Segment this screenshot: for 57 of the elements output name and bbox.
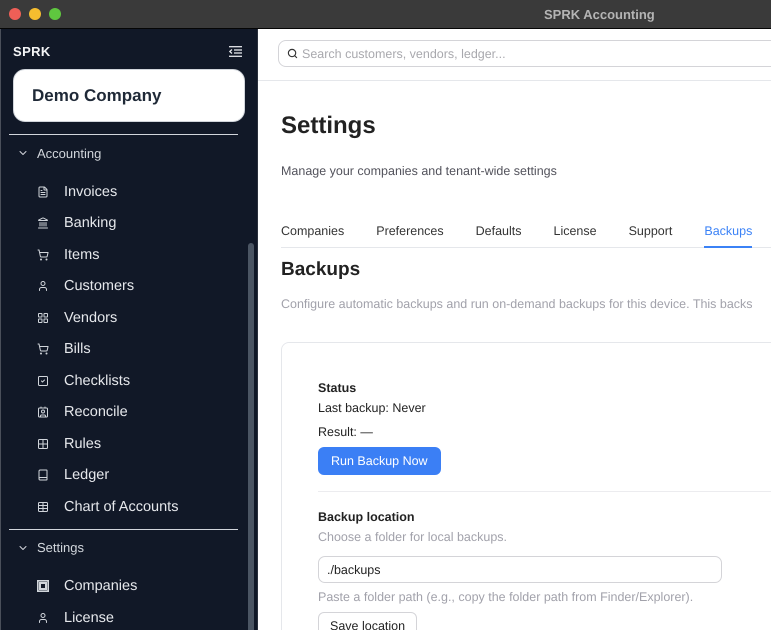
last-backup-text: Last backup: Never <box>318 400 426 416</box>
location-hint: Choose a folder for local backups. <box>318 529 507 545</box>
location-help: Paste a folder path (e.g., copy the folder path from Finder/Explorer). <box>318 589 694 605</box>
sidebar-item[interactable]: Customers <box>26 270 245 302</box>
person-icon <box>37 280 49 292</box>
window-zoom-button[interactable] <box>49 8 61 20</box>
window-minimize-button[interactable] <box>29 8 41 20</box>
section-header[interactable]: Accounting <box>1 143 102 163</box>
sidebar-item[interactable]: Reconcile <box>26 396 245 428</box>
tab[interactable]: License <box>554 223 597 248</box>
sidebar-item[interactable]: Items <box>26 239 245 270</box>
sidebar-item[interactable]: Chart of Accounts <box>26 491 245 522</box>
cart-icon <box>37 343 49 356</box>
search-icon <box>287 48 298 59</box>
sidebar-item[interactable]: Rules <box>26 428 245 460</box>
company-switcher[interactable]: Demo Company <box>13 69 245 122</box>
tab[interactable]: Backups <box>704 223 752 248</box>
tab[interactable]: Support <box>628 223 672 248</box>
person-icon <box>37 612 49 624</box>
scrollbar-thumb[interactable] <box>248 243 254 630</box>
tab[interactable]: Defaults <box>476 223 522 248</box>
status-heading: Status <box>318 380 356 396</box>
cart-icon <box>37 248 49 261</box>
sidebar-item[interactable]: Vendors <box>26 302 245 334</box>
location-heading: Backup location <box>318 509 415 525</box>
section-title: Backups <box>281 258 360 282</box>
grid-icon <box>37 312 49 324</box>
sidebar-item[interactable]: Bills <box>26 334 245 365</box>
table-icon <box>37 500 49 513</box>
framed-square-icon <box>37 580 49 592</box>
section-header[interactable]: Settings <box>1 538 84 558</box>
brand-name: SPRK <box>13 44 51 58</box>
window-title: SPRK Accounting <box>544 6 655 22</box>
bank-icon <box>37 217 49 230</box>
book-icon <box>37 469 49 482</box>
sidebar-item[interactable]: Checklists <box>26 365 245 396</box>
menu-icon[interactable] <box>229 46 242 56</box>
search-field[interactable]: Search customers, vendors, ledger... <box>278 40 771 67</box>
sidebar-item[interactable]: Companies <box>26 570 245 602</box>
save-location-button[interactable]: Save location <box>318 612 418 630</box>
input-field[interactable]: ./backups <box>318 556 722 583</box>
grid-icon <box>37 438 49 450</box>
tab[interactable]: Companies <box>281 223 344 248</box>
run-backup-button[interactable]: Run Backup Now <box>318 447 441 475</box>
page-title: Settings <box>281 111 376 141</box>
contact-card-icon <box>37 406 49 418</box>
sidebar-item[interactable]: License <box>26 602 245 630</box>
sidebar-item[interactable]: Invoices <box>26 176 245 208</box>
result-text: Result: — <box>318 424 373 440</box>
sidebar-item[interactable]: Ledger <box>26 460 245 491</box>
page-subtitle: Manage your companies and tenant-wide settings <box>281 163 557 179</box>
tab[interactable]: Preferences <box>376 223 444 248</box>
sidebar-item[interactable]: Banking <box>26 208 245 239</box>
document-icon <box>37 186 49 198</box>
window-close-button[interactable] <box>9 8 21 20</box>
section-description: Configure automatic backups and run on-demand backups for this device. This backs <box>281 296 753 312</box>
checked-box-icon <box>37 374 49 387</box>
